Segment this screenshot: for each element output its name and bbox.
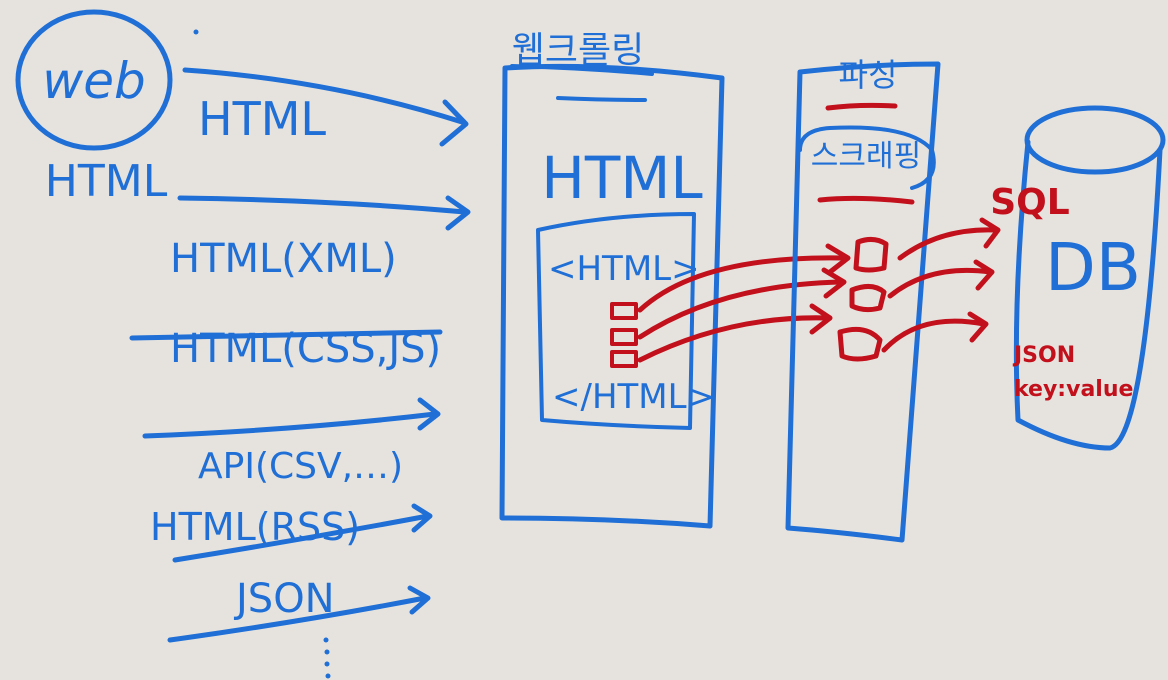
sql-label: SQL	[990, 182, 1069, 223]
web-caption: HTML	[45, 156, 168, 207]
parser-subtitle-underline	[817, 195, 915, 205]
continuation-dots	[323, 637, 331, 679]
stray-dot	[193, 29, 199, 35]
arrowhead-html	[439, 99, 469, 147]
arrow-store-2	[887, 267, 993, 299]
arrowhead-store-1	[979, 217, 1001, 249]
arrow-store-1	[897, 227, 998, 261]
crawler-big-html: HTML	[541, 144, 702, 212]
left-flows: HTML HTML(XML) HTML(CSS,JS) API(CSV,…) H…	[129, 29, 471, 679]
extracted-item	[610, 328, 638, 346]
crawler-outline	[499, 63, 725, 529]
label-html-rss: HTML(RSS)	[150, 505, 360, 549]
whiteboard: web HTML HTML HTML(XML) HTML(CSS,JS) API…	[15, 9, 1166, 679]
arrow-api	[142, 411, 438, 439]
parser-box: 파싱 스크래핑	[785, 56, 941, 543]
label-html: HTML	[198, 92, 326, 146]
html-close-tag: </HTML>	[552, 377, 715, 417]
arrowhead-store-2	[973, 259, 995, 291]
arrowhead-store-3	[967, 311, 989, 343]
store-flows	[881, 217, 1001, 353]
parsed-item	[849, 284, 887, 313]
parser-subtitle: 스크래핑	[811, 139, 921, 174]
web-label: web	[42, 52, 145, 110]
extracted-items	[610, 302, 638, 368]
db-top	[1024, 105, 1166, 175]
arrow-store-3	[881, 318, 987, 353]
arrow-extract-3	[637, 315, 831, 363]
db-label: DB	[1045, 229, 1141, 306]
parser-title-underline	[825, 102, 898, 111]
arrow-html-xml	[177, 195, 468, 215]
extracted-item	[610, 302, 638, 320]
parsed-item	[837, 326, 883, 362]
web-source: web HTML	[15, 9, 173, 207]
extracted-item	[610, 350, 638, 368]
json-label: JSON	[1012, 343, 1075, 368]
key-value-label: key:value	[1014, 377, 1133, 402]
database: DB SQL JSON key:value	[990, 105, 1166, 451]
crawler-title-underline-2	[556, 96, 647, 102]
label-api: API(CSV,…)	[198, 446, 403, 487]
parsed-item	[853, 236, 889, 273]
label-html-xml: HTML(XML)	[170, 236, 397, 282]
parser-title: 파싱	[839, 56, 898, 94]
parser-outline	[785, 61, 941, 543]
